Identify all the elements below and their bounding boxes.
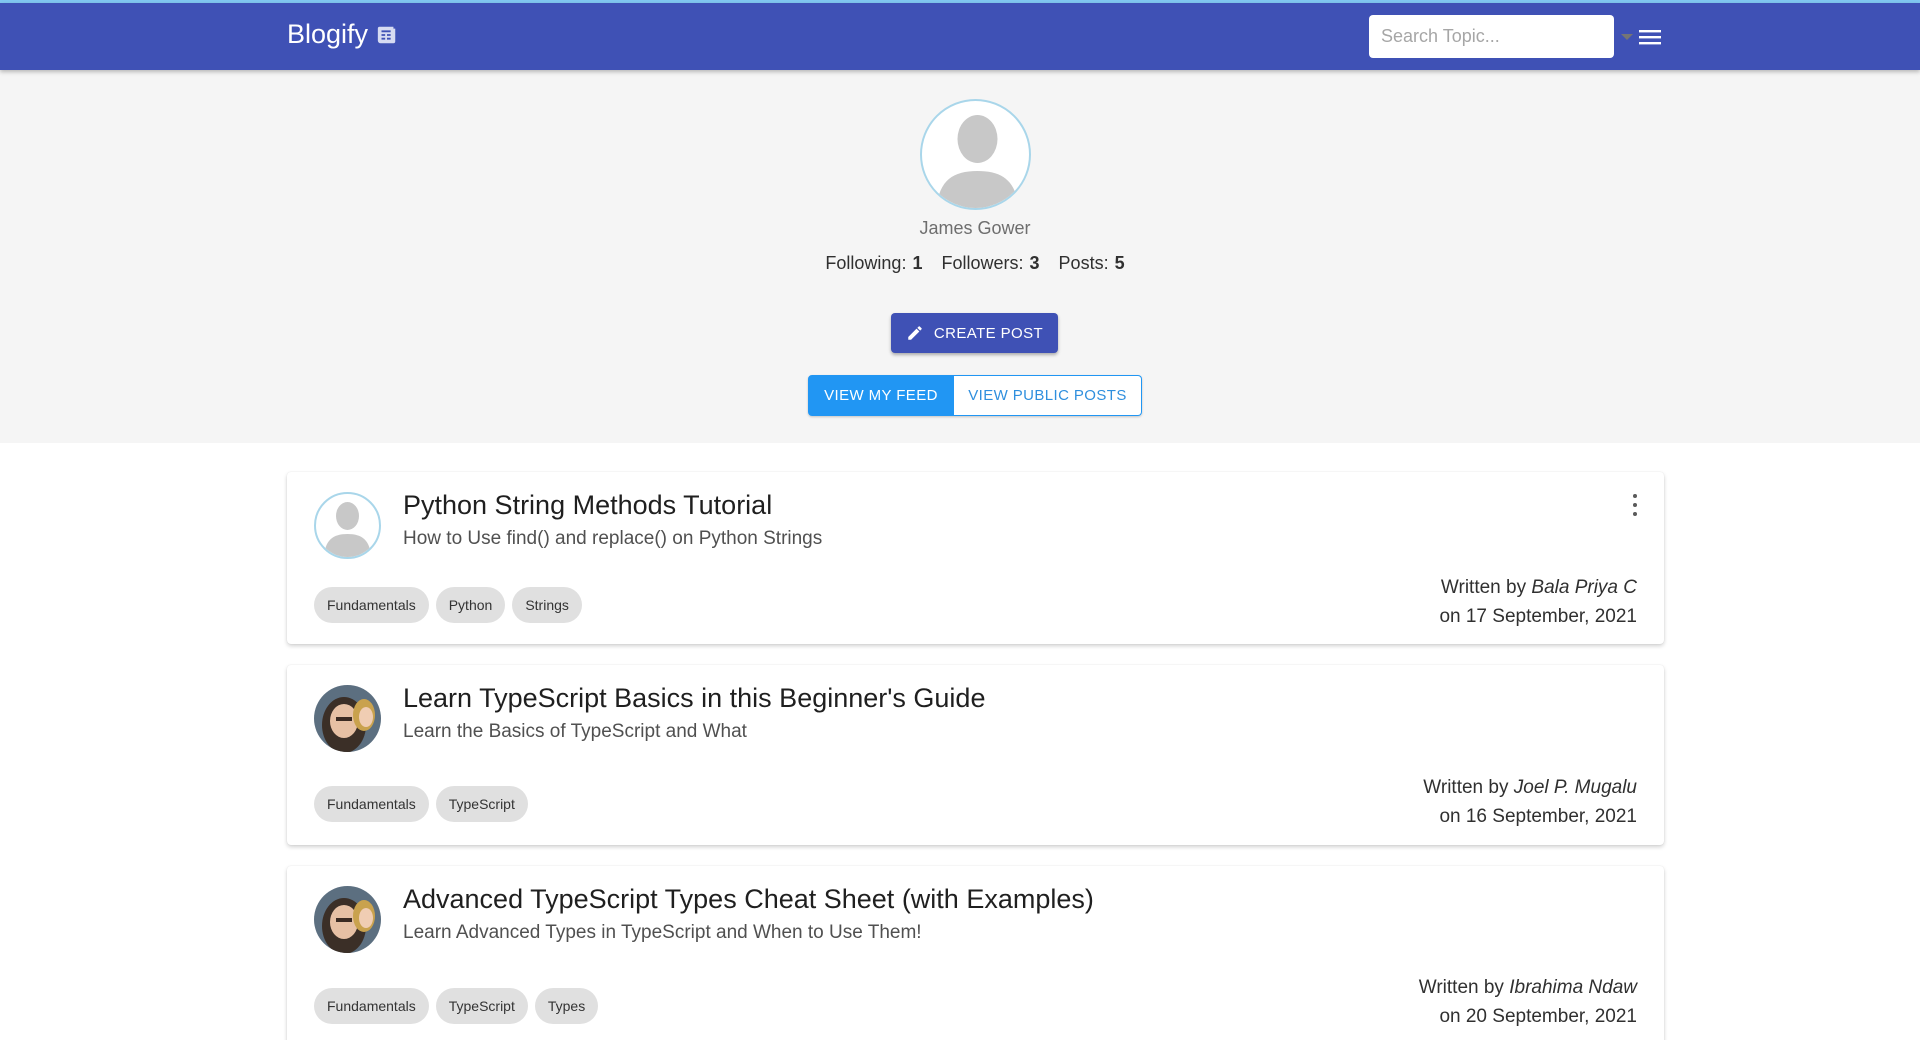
post-subtitle: Learn the Basics of TypeScript and What	[403, 721, 747, 742]
written-by-label: Written by	[1418, 977, 1504, 998]
hamburger-menu-icon	[1639, 30, 1661, 45]
author-photo	[314, 886, 381, 953]
posts-label: Posts:	[1058, 253, 1109, 273]
person-placeholder-icon	[936, 115, 1019, 208]
more-vertical-icon[interactable]	[1630, 494, 1640, 516]
post-title[interactable]: Advanced TypeScript Types Cheat Sheet (w…	[403, 884, 1094, 915]
feed-toggle-group: VIEW MY FEED VIEW PUBLIC POSTS	[808, 375, 1142, 416]
posts-count: 5	[1114, 253, 1125, 273]
avatar	[920, 99, 1031, 210]
post-title[interactable]: Learn TypeScript Basics in this Beginner…	[403, 683, 985, 714]
topic-search[interactable]	[1369, 15, 1633, 58]
pencil-icon	[908, 326, 922, 340]
profile-name: James Gower	[919, 218, 1031, 238]
post-card[interactable]: Learn TypeScript Basics in this Beginner…	[287, 665, 1664, 845]
post-date: on 16 September, 2021	[1439, 806, 1637, 827]
view-my-feed-button[interactable]: VIEW MY FEED	[808, 375, 954, 416]
tag-chip[interactable]: Strings	[512, 587, 582, 623]
tag-chip[interactable]: TypeScript	[435, 786, 528, 822]
brand-logo[interactable]: Blogify	[287, 19, 398, 50]
written-by-label: Written by	[1423, 777, 1509, 798]
search-input[interactable]	[1381, 26, 1613, 47]
avatar	[314, 886, 381, 953]
create-post-button[interactable]: CREATE POST	[891, 313, 1058, 353]
author-photo	[314, 685, 381, 752]
post-byline: Written by Ibrahima Ndaw on 20 September…	[1419, 973, 1637, 1031]
following-count: 1	[912, 253, 923, 273]
create-post-label: CREATE POST	[933, 324, 1044, 342]
tag-chip[interactable]: Types	[534, 988, 599, 1024]
post-date: on 20 September, 2021	[1439, 1006, 1637, 1027]
post-date: on 17 September, 2021	[1439, 606, 1637, 627]
post-card[interactable]: Python String Methods Tutorial How to Us…	[287, 472, 1664, 644]
following-label: Following:	[825, 253, 907, 273]
tag-chip[interactable]: Fundamentals	[314, 786, 429, 822]
post-title[interactable]: Python String Methods Tutorial	[403, 490, 772, 521]
avatar	[314, 685, 381, 752]
app-bar: Blogify	[0, 3, 1920, 70]
post-subtitle: Learn Advanced Types in TypeScript and W…	[403, 922, 922, 943]
post-card[interactable]: Advanced TypeScript Types Cheat Sheet (w…	[287, 866, 1664, 1040]
post-author: Ibrahima Ndaw	[1509, 977, 1637, 998]
written-by-label: Written by	[1440, 577, 1527, 598]
chevron-down-icon[interactable]	[1621, 33, 1633, 40]
avatar	[314, 492, 381, 559]
newspaper-icon	[376, 24, 398, 46]
followers-label: Followers:	[941, 253, 1024, 273]
post-author: Joel P. Mugalu	[1513, 777, 1637, 798]
post-byline: Written by Bala Priya C on 17 September,…	[1439, 573, 1637, 631]
post-byline: Written by Joel P. Mugalu on 16 Septembe…	[1423, 773, 1637, 831]
profile-section: James Gower Following: 1 Followers: 3 Post…	[0, 70, 1920, 443]
tag-chip[interactable]: Python	[435, 587, 506, 623]
profile-stats: Following: 1 Followers: 3 Posts: 5	[0, 253, 1920, 274]
person-placeholder-icon	[324, 502, 371, 557]
view-public-posts-button[interactable]: VIEW PUBLIC POSTS	[954, 375, 1142, 416]
followers-count: 3	[1029, 253, 1040, 273]
tag-chip[interactable]: TypeScript	[435, 988, 528, 1024]
brand-name: Blogify	[287, 19, 369, 49]
tag-list: Fundamentals Python Strings	[314, 587, 582, 623]
menu-button[interactable]	[1636, 23, 1664, 51]
tag-list: Fundamentals TypeScript Types	[314, 988, 599, 1024]
post-author: Bala Priya C	[1531, 577, 1637, 598]
tag-chip[interactable]: Fundamentals	[314, 587, 429, 623]
tag-chip[interactable]: Fundamentals	[314, 988, 429, 1024]
tag-list: Fundamentals TypeScript	[314, 786, 528, 822]
post-subtitle: How to Use find() and replace() on Pytho…	[403, 528, 823, 549]
